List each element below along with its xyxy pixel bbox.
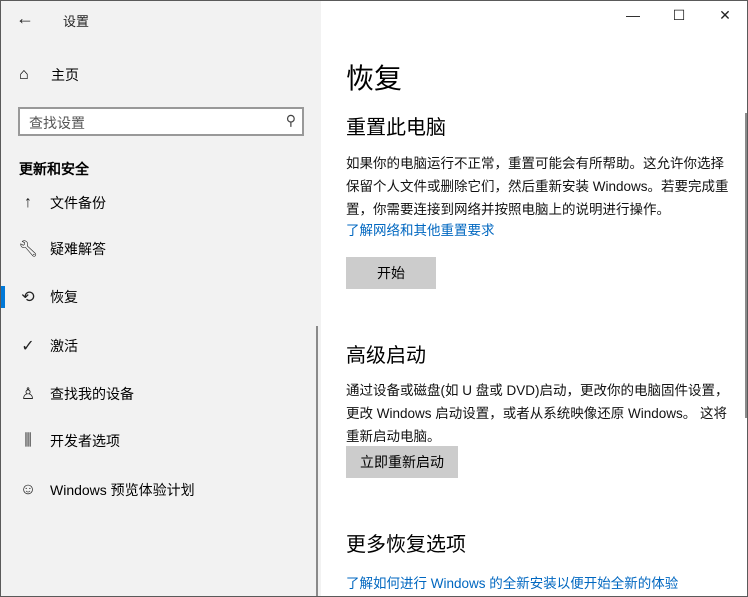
sidebar-item-developer[interactable]: ⫼ 开发者选项 — [1, 421, 317, 461]
sidebar-item-troubleshoot[interactable]: 🔧︎ 疑难解答 — [1, 229, 317, 269]
sidebar-item-recovery[interactable]: ⟲ 恢复 — [1, 277, 317, 317]
content-pane: — ☐ ✕ 恢复 重置此电脑 如果你的电脑运行不正常，重置可能会有所帮助。这允许… — [321, 1, 747, 596]
wrench-icon: 🔧︎ — [18, 241, 39, 258]
page-title: 恢复 — [346, 63, 403, 94]
sidebar-home[interactable]: ⌂ 主页 — [19, 65, 79, 85]
settings-window: ← 设置 ⌂ 主页 查找设置 ⚲ 更新和安全 ↑ 文件备份 🔧︎ 疑难解答 ⟲ 恢复 ✓ 激… — [0, 0, 748, 597]
sidebar-item-label: Windows 预览体验计划 — [50, 482, 195, 498]
insider-icon: ☺ — [19, 481, 37, 498]
more-options-heading: 更多恢复选项 — [346, 534, 466, 556]
home-icon: ⌂ — [19, 66, 29, 83]
sidebar-item-label: 激活 — [50, 338, 78, 354]
sidebar-item-find-device[interactable]: ♙ 查找我的设备 — [1, 374, 317, 414]
sidebar-item-label: 文件备份 — [50, 195, 106, 211]
home-label: 主页 — [51, 67, 79, 83]
start-reset-button[interactable]: 开始 — [346, 257, 436, 289]
check-circle-icon: ✓ — [21, 338, 35, 355]
recovery-icon: ⟲ — [21, 289, 35, 306]
maximize-button[interactable]: ☐ — [664, 7, 694, 24]
advanced-heading: 高级启动 — [346, 345, 426, 367]
clean-install-link[interactable]: 了解如何进行 Windows 的全新安装以便开始全新的体验 — [346, 572, 678, 592]
minimize-button[interactable]: — — [618, 7, 648, 23]
content-scrollbar[interactable] — [745, 113, 747, 418]
window-title: 设置 — [63, 14, 90, 29]
search-icon[interactable]: ⚲ — [286, 112, 296, 129]
reset-description: 如果你的电脑运行不正常，重置可能会有所帮助。这允许你选择保留个人文件或删除它们，… — [346, 156, 729, 217]
search-input[interactable]: 查找设置 ⚲ — [18, 107, 304, 136]
developer-icon: ⫼ — [24, 432, 32, 449]
back-button[interactable]: ← — [11, 5, 39, 31]
restart-now-button[interactable]: 立即重新启动 — [346, 446, 458, 478]
reset-requirements-link[interactable]: 了解网络和其他重置要求 — [346, 219, 495, 239]
sidebar-item-insider[interactable]: ☺ Windows 预览体验计划 — [1, 470, 317, 510]
sidebar-scrollbar[interactable] — [316, 326, 318, 596]
backup-icon: ↑ — [24, 194, 32, 211]
advanced-description: 通过设备或磁盘(如 U 盘或 DVD)启动，更改你的电脑固件设置，更改 Wind… — [346, 383, 729, 444]
sidebar-item-label: 开发者选项 — [50, 433, 120, 449]
reset-heading: 重置此电脑 — [346, 117, 446, 139]
sidebar-item-label: 疑难解答 — [50, 241, 106, 257]
search-placeholder: 查找设置 — [29, 115, 85, 131]
sidebar-item-label: 查找我的设备 — [50, 386, 134, 402]
sidebar: ← 设置 ⌂ 主页 查找设置 ⚲ 更新和安全 ↑ 文件备份 🔧︎ 疑难解答 ⟲ 恢复 ✓ 激… — [1, 1, 321, 596]
close-button[interactable]: ✕ — [710, 7, 740, 24]
find-device-icon: ♙ — [20, 386, 36, 403]
sidebar-item-activation[interactable]: ✓ 激活 — [1, 326, 317, 366]
section-heading: 更新和安全 — [19, 161, 89, 177]
sidebar-item-label: 恢复 — [50, 289, 78, 305]
sidebar-item-backup[interactable]: ↑ 文件备份 — [1, 183, 317, 223]
